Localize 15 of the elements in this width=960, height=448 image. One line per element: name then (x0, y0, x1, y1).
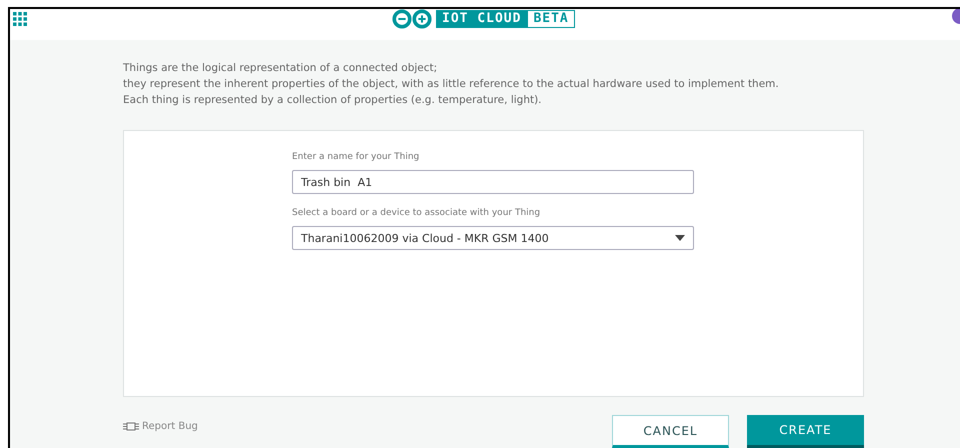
infinity-logo-icon (392, 9, 432, 29)
field-label: Enter a name for your Thing (292, 152, 420, 162)
intro-text: Things are the logical representation of a connected object; (123, 61, 438, 76)
bug-icon (123, 422, 139, 431)
beta-badge: BETA (527, 10, 575, 28)
field-label: Select a board or a device to associate with your Thing (292, 208, 542, 218)
create-button[interactable]: CREATE (747, 415, 864, 448)
cancel-button[interactable]: CANCEL (612, 415, 729, 448)
board-dropdown[interactable]: Tharani10062009 via Cloud - MKR GSM 1400 (292, 226, 694, 250)
name-input-field[interactable]: Trash bin A1 (292, 170, 694, 194)
intro-text: they represent the inherent properties of the object, with as little reference to the actual hardware used to implement them. (123, 77, 780, 92)
dropdown-caret-icon (675, 235, 685, 241)
logo-text: IOT CLOUD (436, 10, 528, 28)
apps-grid-icon[interactable] (13, 12, 27, 26)
intro-text: Each thing is represented by a collection of properties (e.g. temperature, light). (123, 93, 543, 108)
